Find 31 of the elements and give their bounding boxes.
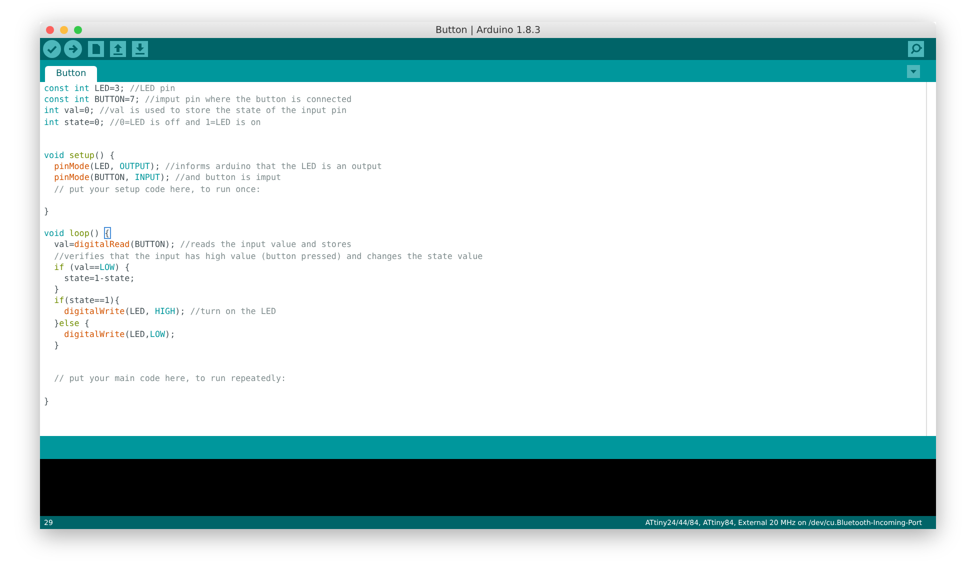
code-line: } <box>53 340 60 352</box>
new-file-icon[interactable] <box>88 41 104 57</box>
code-line: const int BUTTON=7; //imput pin where the button is connected <box>44 94 352 106</box>
code-line: digitalWrite(LED,LOW); <box>63 328 176 340</box>
close-icon[interactable] <box>46 26 54 34</box>
file-tab[interactable]: Button <box>45 66 98 82</box>
verify-icon[interactable] <box>43 40 61 58</box>
code-line: } <box>44 206 50 218</box>
search-icon[interactable] <box>908 41 924 57</box>
code-line: } <box>53 284 60 296</box>
code-line: }else { <box>53 318 90 329</box>
dropdown-icon[interactable] <box>907 64 920 78</box>
code-line: if(state==1){ <box>53 295 120 306</box>
code-line: void setup() { <box>44 150 115 162</box>
upload-icon[interactable] <box>64 40 82 58</box>
code-line: pinMode(LED, OUTPUT); //informs arduino that the LED is an output <box>53 161 382 172</box>
window-title: Button | Arduino 1.8.3 <box>435 24 540 36</box>
code-line: } <box>44 396 50 407</box>
code-line: //verifies that the input has high value (button pressed) and changes the state value <box>53 250 483 262</box>
code-line: void loop() { <box>44 228 110 240</box>
code-line: digitalWrite(LED, HIGH); //turn on the LED <box>63 306 276 318</box>
code-line: int state=0; //0=LED is off and 1=LED is on <box>44 116 261 128</box>
code-line: // put your setup code here, to run once: <box>53 184 261 195</box>
zoom-icon[interactable] <box>74 26 82 34</box>
code-line: // put your main code here, to run repeatedly: <box>53 373 286 385</box>
code-line: pinMode(BUTTON, INPUT); //and button is imput <box>53 172 282 184</box>
code-line: val=digitalRead(BUTTON); //reads the input value and stores <box>53 239 352 251</box>
code-line: const int LED=3; //LED pin <box>44 83 176 94</box>
code-line: state=1-state; <box>63 272 135 284</box>
code-line: if (val==LOW) { <box>53 262 130 273</box>
code-line: int val=0; //val is used to store the state of the input pin <box>44 105 347 117</box>
